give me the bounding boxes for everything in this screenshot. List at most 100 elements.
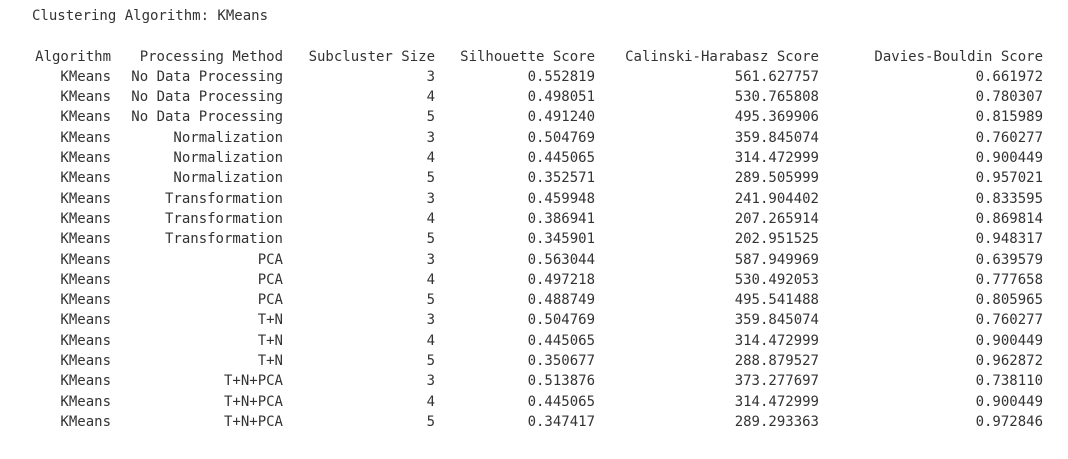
cell-calinski-harabasz-score: 289.505999 (734, 170, 819, 187)
cell-processing-method: T+N+PCA (223, 373, 283, 390)
cell-silhouette-score: 0.352571 (527, 170, 595, 187)
table-row: KMeans Normalization 4 0.445065 314.472999 0.… (31, 148, 1043, 168)
header-row: Algorithm Processing Method Subcluster Siz… (31, 47, 1043, 67)
cell-silhouette-score: 0.445065 (527, 150, 595, 167)
cell-processing-method: T+N (257, 332, 283, 349)
cell-davies-bouldin-score: 0.760277 (975, 129, 1043, 146)
cell-calinski-harabasz-score: 314.472999 (734, 393, 819, 410)
cell-calinski-harabasz-score: 241.904402 (734, 190, 819, 207)
column-header-algorithm: Algorithm (35, 48, 111, 65)
cell-algorithm: KMeans (60, 190, 111, 207)
cell-silhouette-score: 0.497218 (527, 271, 595, 288)
cell-silhouette-score: 0.504769 (527, 129, 595, 146)
table-row: KMeans PCA 3 0.563044 587.949969 0.639579 (31, 250, 1043, 270)
cell-calinski-harabasz-score: 530.492053 (734, 271, 819, 288)
cell-silhouette-score: 0.445065 (527, 332, 595, 349)
table-row: KMeans Transformation 3 0.459948 241.904402 0… (31, 189, 1043, 209)
cell-subcluster-size: 4 (426, 89, 435, 106)
table-row: KMeans T+N+PCA 4 0.445065 314.472999 0.900449 (31, 392, 1043, 412)
cell-calinski-harabasz-score: 495.541488 (734, 292, 819, 309)
cell-subcluster-size: 3 (426, 68, 435, 85)
cell-processing-method: PCA (257, 251, 283, 268)
table-row: KMeans Normalization 3 0.504769 359.845074 0.… (31, 128, 1043, 148)
cell-subcluster-size: 5 (426, 231, 435, 248)
cell-calinski-harabasz-score: 561.627757 (734, 68, 819, 85)
cell-subcluster-size: 5 (426, 170, 435, 187)
cell-algorithm: KMeans (60, 89, 111, 106)
table-body: KMeans No Data Processing 3 0.552819 561.627… (31, 67, 1043, 432)
cell-davies-bouldin-score: 0.962872 (975, 353, 1043, 370)
cell-algorithm: KMeans (60, 413, 111, 430)
cell-processing-method: Transformation (164, 231, 283, 248)
cell-processing-method: Normalization (173, 170, 283, 187)
cell-subcluster-size: 3 (426, 312, 435, 329)
cell-subcluster-size: 5 (426, 413, 435, 430)
cell-subcluster-size: 4 (426, 271, 435, 288)
cell-davies-bouldin-score: 0.869814 (975, 210, 1043, 227)
cell-silhouette-score: 0.459948 (527, 190, 595, 207)
cell-algorithm: KMeans (60, 68, 111, 85)
cell-silhouette-score: 0.345901 (527, 231, 595, 248)
cell-silhouette-score: 0.552819 (527, 68, 595, 85)
cell-processing-method: Normalization (173, 150, 283, 167)
cell-calinski-harabasz-score: 202.951525 (734, 231, 819, 248)
cell-calinski-harabasz-score: 288.879527 (734, 353, 819, 370)
output-title: Clustering Algorithm: KMeans (32, 8, 269, 24)
cell-algorithm: KMeans (60, 170, 111, 187)
column-header-subcluster-size: Subcluster Size (308, 48, 435, 65)
cell-subcluster-size: 4 (426, 393, 435, 410)
cell-processing-method: No Data Processing (131, 89, 283, 106)
cell-subcluster-size: 3 (426, 190, 435, 207)
cell-processing-method: PCA (257, 292, 283, 309)
cell-processing-method: No Data Processing (131, 68, 283, 85)
cell-silhouette-score: 0.347417 (527, 413, 595, 430)
cell-davies-bouldin-score: 0.639579 (975, 251, 1043, 268)
cell-algorithm: KMeans (60, 353, 111, 370)
cell-davies-bouldin-score: 0.780307 (975, 89, 1043, 106)
table-row: KMeans T+N+PCA 3 0.513876 373.277697 0.738110 (31, 371, 1043, 391)
table-row: KMeans Normalization 5 0.352571 289.505999 0.… (31, 168, 1043, 188)
results-table: Algorithm Processing Method Subcluster Siz… (31, 47, 1043, 433)
cell-algorithm: KMeans (60, 129, 111, 146)
cell-calinski-harabasz-score: 289.293363 (734, 413, 819, 430)
cell-processing-method: T+N+PCA (223, 413, 283, 430)
cell-algorithm: KMeans (60, 150, 111, 167)
table-row: KMeans Transformation 4 0.386941 207.265914 0… (31, 209, 1043, 229)
cell-silhouette-score: 0.513876 (527, 373, 595, 390)
cell-subcluster-size: 3 (426, 129, 435, 146)
cell-davies-bouldin-score: 0.833595 (975, 190, 1043, 207)
cell-algorithm: KMeans (60, 271, 111, 288)
cell-silhouette-score: 0.350677 (527, 353, 595, 370)
table-row: KMeans T+N 4 0.445065 314.472999 0.900449 (31, 331, 1043, 351)
table-row: KMeans Transformation 5 0.345901 202.951525 0… (31, 229, 1043, 249)
cell-silhouette-score: 0.563044 (527, 251, 595, 268)
cell-processing-method: Transformation (164, 210, 283, 227)
cell-processing-method: PCA (257, 271, 283, 288)
cell-davies-bouldin-score: 0.815989 (975, 109, 1043, 126)
cell-silhouette-score: 0.386941 (527, 210, 595, 227)
cell-subcluster-size: 4 (426, 332, 435, 349)
column-header-calinski-harabasz-score: Calinski-Harabasz Score (625, 48, 819, 65)
cell-calinski-harabasz-score: 207.265914 (734, 210, 819, 227)
cell-processing-method: Transformation (164, 190, 283, 207)
cell-calinski-harabasz-score: 530.765808 (734, 89, 819, 106)
table-row: KMeans PCA 4 0.497218 530.492053 0.777658 (31, 270, 1043, 290)
column-header-processing-method: Processing Method (139, 48, 283, 65)
cell-subcluster-size: 5 (426, 292, 435, 309)
cell-davies-bouldin-score: 0.900449 (975, 332, 1043, 349)
cell-subcluster-size: 3 (426, 251, 435, 268)
column-header-davies-bouldin-score: Davies-Bouldin Score (874, 48, 1043, 65)
cell-davies-bouldin-score: 0.957021 (975, 170, 1043, 187)
cell-davies-bouldin-score: 0.738110 (975, 373, 1043, 390)
cell-output: Clustering Algorithm: KMeans Algorithm Pr… (32, 6, 1043, 432)
cell-calinski-harabasz-score: 314.472999 (734, 332, 819, 349)
cell-davies-bouldin-score: 0.661972 (975, 68, 1043, 85)
cell-processing-method: Normalization (173, 129, 283, 146)
cell-processing-method: T+N (257, 312, 283, 329)
cell-silhouette-score: 0.445065 (527, 393, 595, 410)
table-row: KMeans T+N+PCA 5 0.347417 289.293363 0.972846 (31, 412, 1043, 432)
cell-silhouette-score: 0.498051 (527, 89, 595, 106)
cell-subcluster-size: 5 (426, 109, 435, 126)
cell-algorithm: KMeans (60, 292, 111, 309)
